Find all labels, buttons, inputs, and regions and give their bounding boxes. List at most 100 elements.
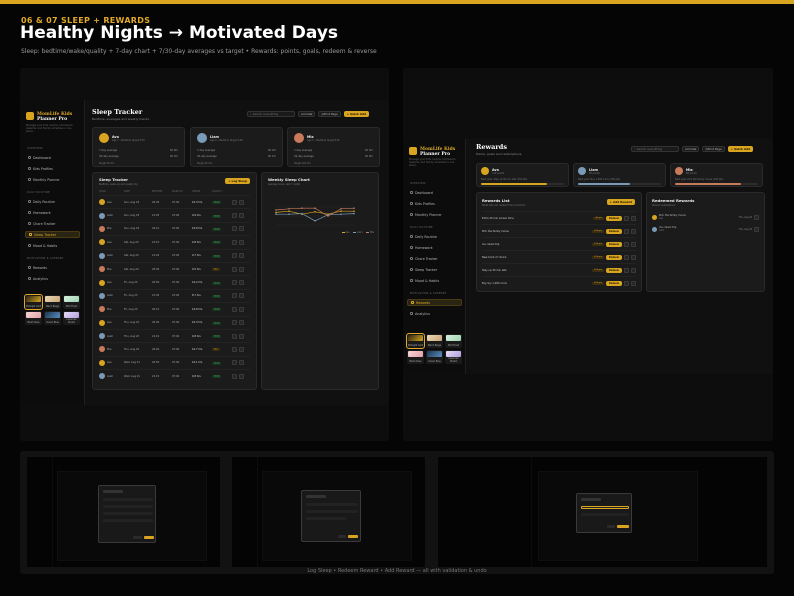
delete-icon[interactable]: [631, 267, 636, 273]
edit-icon[interactable]: [232, 373, 237, 379]
edit-icon[interactable]: [232, 306, 237, 312]
edit-icon[interactable]: [624, 254, 629, 260]
nav-chore-tracker[interactable]: Chore Tracker: [25, 220, 80, 227]
edit-icon[interactable]: [232, 253, 237, 259]
avatar: [99, 252, 105, 259]
hours-cell: 10.2 hrs: [192, 281, 203, 285]
kid-select[interactable]: All kids ▾: [298, 111, 316, 117]
delete-icon[interactable]: [239, 280, 244, 286]
kid-select[interactable]: All kids ▾: [682, 146, 700, 152]
nav-daily-routine[interactable]: Daily Routine: [25, 198, 80, 205]
delete-icon[interactable]: [631, 254, 636, 260]
delete-icon[interactable]: [239, 253, 244, 259]
print-button[interactable]: ⎙ Print Page: [702, 146, 725, 152]
search-input[interactable]: ⌕ Search everything: [631, 146, 679, 152]
nav-rewards[interactable]: Rewards: [407, 299, 462, 306]
theme-ocean-blue[interactable]: Ocean Blue: [44, 311, 61, 325]
nav-chore-tracker[interactable]: Chore Tracker: [407, 255, 462, 262]
nav-monthly-planner[interactable]: Monthly Planner: [25, 176, 80, 183]
nav-kids-profiles[interactable]: Kids Profiles: [25, 165, 80, 172]
nav-monthly-planner[interactable]: Monthly Planner: [407, 211, 462, 218]
edit-icon[interactable]: [232, 280, 237, 286]
nav-sleep-tracker[interactable]: Sleep Tracker: [25, 231, 80, 238]
points-badge: 150 pts: [592, 255, 605, 259]
edit-icon[interactable]: [624, 215, 629, 221]
data-point: [288, 213, 290, 215]
edit-icon[interactable]: [232, 346, 237, 352]
theme-ocean-blue[interactable]: Ocean Blue: [426, 350, 443, 364]
nav-mood-habits[interactable]: Mood & Habits: [25, 242, 80, 249]
redeem-button[interactable]: Redeem: [606, 267, 622, 273]
theme-blush-rose[interactable]: Blush Rose: [25, 311, 42, 325]
theme-warm-beige[interactable]: Warm Beige: [44, 295, 61, 309]
theme-lavender-dream[interactable]: Lavender Dream: [63, 311, 80, 325]
edit-icon[interactable]: [624, 228, 629, 234]
delete-icon[interactable]: [239, 373, 244, 379]
delete-icon[interactable]: [239, 320, 244, 326]
delete-icon[interactable]: [239, 199, 244, 205]
edit-icon[interactable]: [232, 360, 237, 366]
nav-sleep-tracker[interactable]: Sleep Tracker: [407, 266, 462, 273]
nav-analytics[interactable]: Analytics: [407, 310, 462, 317]
delete-icon[interactable]: [239, 306, 244, 312]
nav-homework[interactable]: Homework: [25, 209, 80, 216]
reward-name: Ice cream trip: [482, 242, 500, 246]
edit-icon[interactable]: [232, 320, 237, 326]
footer-caption: Log Sleep • Redeem Reward • Add Reward —…: [307, 568, 487, 574]
theme-midnight-gold[interactable]: Midnight Gold: [24, 294, 43, 310]
add-reward-button[interactable]: + Add Reward: [606, 199, 635, 205]
delete-icon[interactable]: [239, 333, 244, 339]
redeem-button[interactable]: Redeem: [606, 280, 622, 286]
theme-midnight-gold[interactable]: Midnight Gold: [406, 333, 425, 349]
delete-icon[interactable]: [239, 239, 244, 245]
kid-sleep-card: Liam Age 9 • Bedtime target 9:00 7-day av…: [190, 127, 283, 167]
nav-dashboard[interactable]: Dashboard: [407, 189, 462, 196]
edit-icon[interactable]: [624, 267, 629, 273]
edit-icon[interactable]: [232, 239, 237, 245]
points-badge: 60 pts: [593, 216, 605, 220]
theme-warm-beige[interactable]: Warm Beige: [426, 334, 443, 348]
delete-icon[interactable]: [239, 293, 244, 299]
nav-analytics[interactable]: Analytics: [25, 275, 80, 282]
delete-icon[interactable]: [631, 280, 636, 286]
delete-icon[interactable]: [631, 228, 636, 234]
delete-icon[interactable]: [239, 213, 244, 219]
nav-dashboard[interactable]: Dashboard: [25, 154, 80, 161]
nav-label: Sleep Tracker: [34, 232, 57, 237]
redeem-button[interactable]: Redeem: [606, 241, 622, 247]
delete-icon[interactable]: [239, 346, 244, 352]
edit-icon[interactable]: [624, 241, 629, 247]
delete-icon[interactable]: [239, 360, 244, 366]
edit-icon[interactable]: [232, 333, 237, 339]
theme-blush-rose[interactable]: Blush Rose: [407, 350, 424, 364]
nav-homework[interactable]: Homework: [407, 244, 462, 251]
nav-mood-habits[interactable]: Mood & Habits: [407, 277, 462, 284]
delete-icon[interactable]: [631, 215, 636, 221]
theme-mint-fresh[interactable]: Mint Fresh: [445, 334, 462, 348]
log-sleep-button[interactable]: + Log Sleep: [225, 178, 250, 184]
quick-add-button[interactable]: + Quick Add: [727, 146, 754, 152]
redeem-button[interactable]: Redeem: [606, 228, 622, 234]
nav-rewards[interactable]: Rewards: [25, 264, 80, 271]
edit-icon[interactable]: [624, 280, 629, 286]
redeem-button[interactable]: Redeem: [606, 215, 622, 221]
theme-mint-fresh[interactable]: Mint Fresh: [63, 295, 80, 309]
edit-icon[interactable]: [232, 226, 237, 232]
nav-daily-routine[interactable]: Daily Routine: [407, 233, 462, 240]
edit-icon[interactable]: [232, 266, 237, 272]
redeem-button[interactable]: Redeem: [606, 254, 622, 260]
edit-icon[interactable]: [232, 199, 237, 205]
theme-lavender-dream[interactable]: Lavender Dream: [445, 350, 462, 364]
quick-add-button[interactable]: + Quick Add: [343, 111, 370, 117]
undo-icon[interactable]: [754, 226, 759, 232]
delete-icon[interactable]: [239, 226, 244, 232]
edit-icon[interactable]: [232, 293, 237, 299]
delete-icon[interactable]: [631, 241, 636, 247]
print-button[interactable]: ⎙ Print Page: [318, 111, 341, 117]
delete-icon[interactable]: [239, 266, 244, 272]
undo-icon[interactable]: [754, 214, 759, 220]
search-input[interactable]: ⌕ Search everything: [247, 111, 295, 117]
nav-kids-profiles[interactable]: Kids Profiles: [407, 200, 462, 207]
edit-icon[interactable]: [232, 213, 237, 219]
table-row: Mia Sun, Aug 25 20:10 07:00 10.8 hrs Good: [99, 221, 250, 235]
